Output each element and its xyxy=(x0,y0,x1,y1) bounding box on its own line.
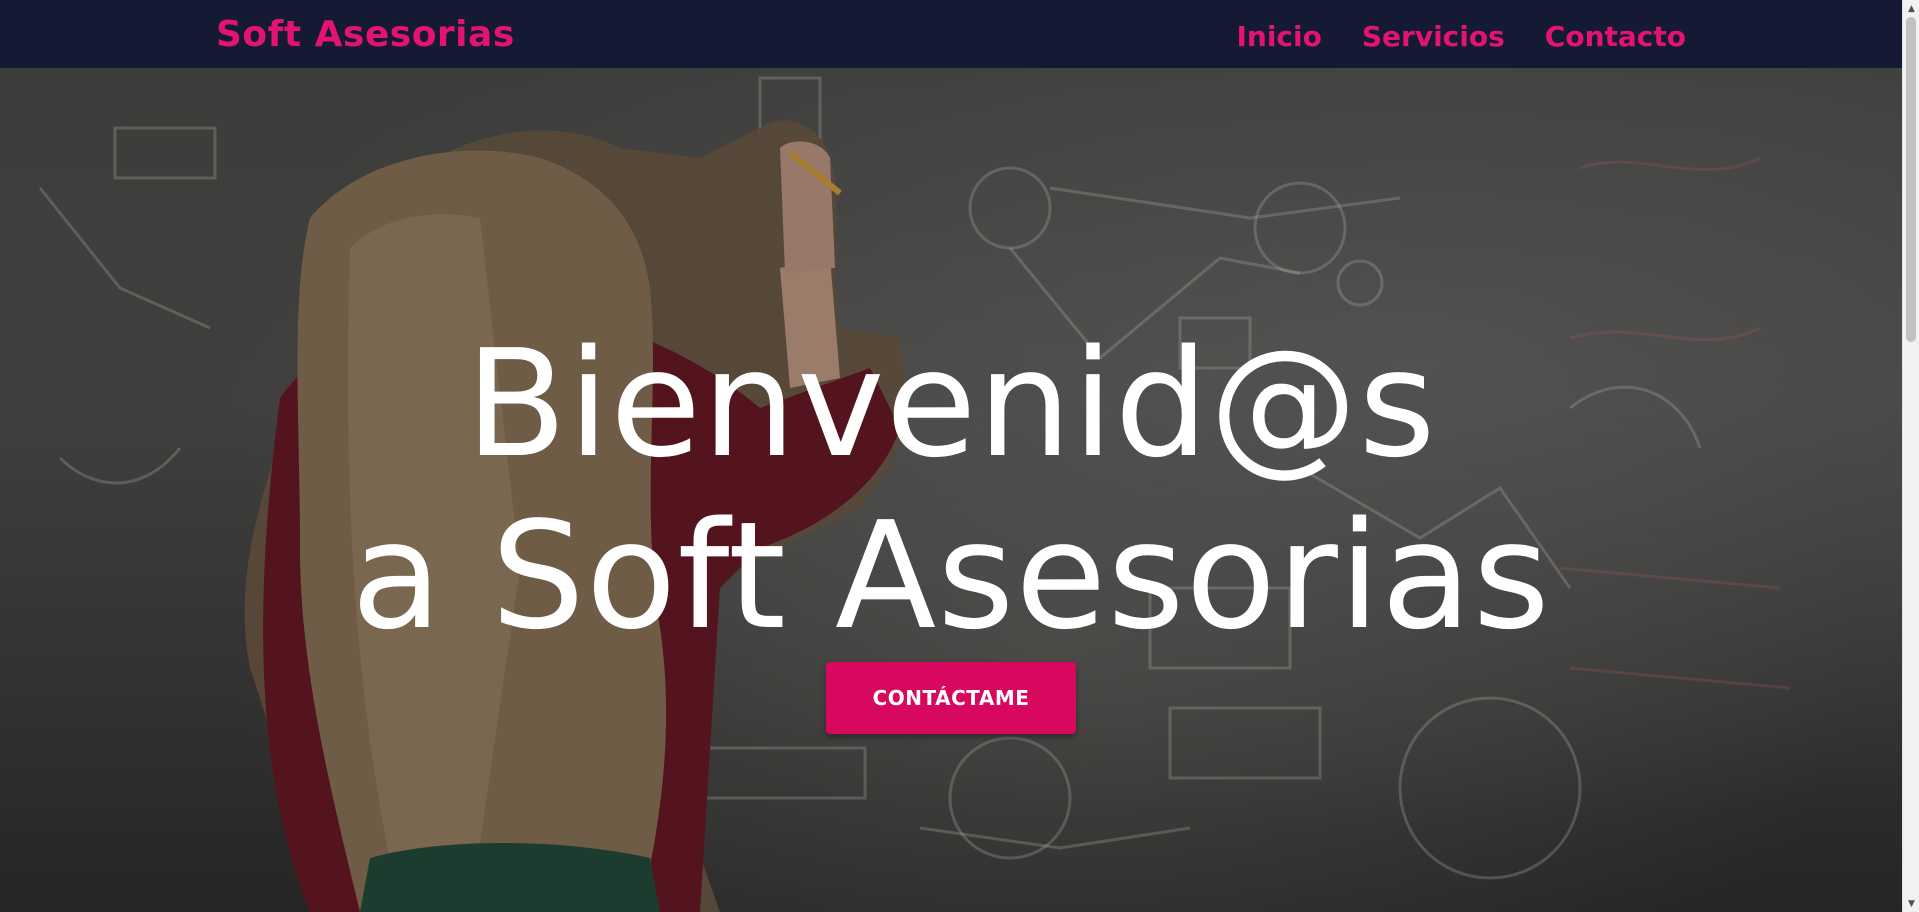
page: Soft Asesorias Inicio Servicios Contacto xyxy=(0,0,1919,912)
nav-links: Inicio Servicios Contacto xyxy=(1236,20,1686,53)
brand-logo-link[interactable]: Soft Asesorias xyxy=(216,14,515,55)
hero-section: Bienvenid@s a Soft Asesorias CONTÁCTAME xyxy=(0,68,1902,912)
navbar: Soft Asesorias Inicio Servicios Contacto xyxy=(0,0,1902,68)
contact-me-button[interactable]: CONTÁCTAME xyxy=(826,662,1076,734)
vertical-scrollbar[interactable]: ▲ ▼ xyxy=(1902,0,1919,912)
nav-link-servicios[interactable]: Servicios xyxy=(1362,20,1505,53)
triangle-up-icon[interactable]: ▲ xyxy=(1903,0,1919,17)
hero-title-line-2: a Soft Asesorias xyxy=(351,490,1551,662)
hero-title-line-1: Bienvenid@s xyxy=(465,318,1437,490)
nav-link-inicio[interactable]: Inicio xyxy=(1236,20,1321,53)
nav-link-contacto[interactable]: Contacto xyxy=(1545,20,1686,53)
triangle-down-icon[interactable]: ▼ xyxy=(1903,895,1919,912)
scrollbar-thumb[interactable] xyxy=(1906,17,1916,342)
